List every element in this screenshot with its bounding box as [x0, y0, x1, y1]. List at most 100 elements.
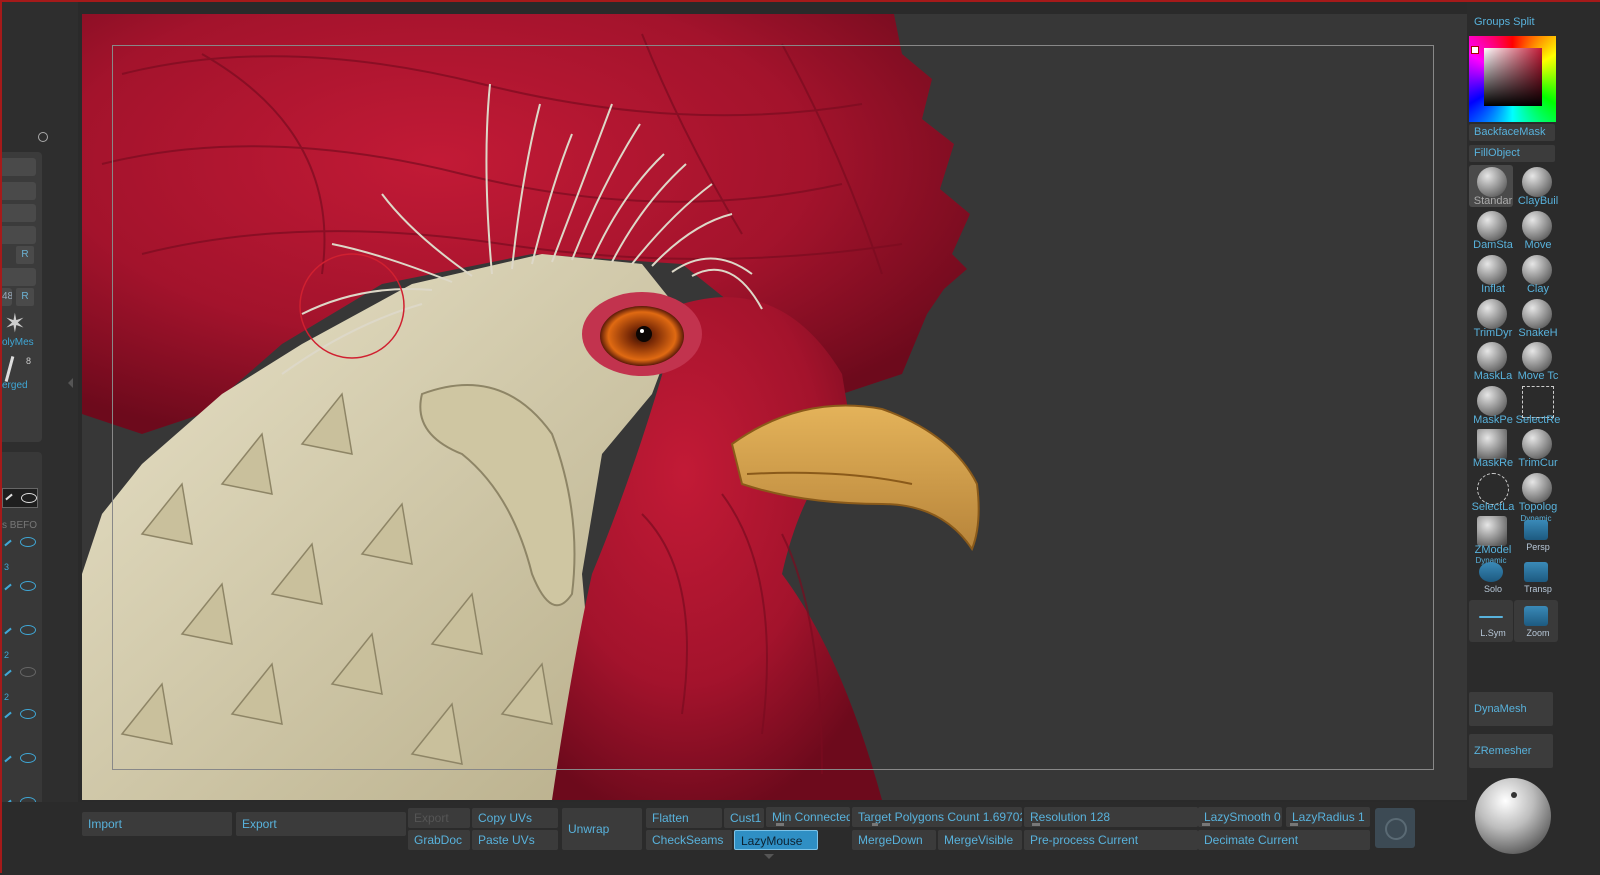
brush-claybuildup[interactable]: ClayBuil — [1514, 165, 1558, 207]
left-collapse-arrow-icon[interactable] — [68, 378, 73, 388]
checkseams-button[interactable]: CheckSeams — [646, 830, 732, 850]
unwrap-button[interactable]: Unwrap — [562, 808, 642, 850]
visibility-eye-icon[interactable] — [20, 667, 36, 677]
slot-6[interactable]: 48 — [2, 288, 12, 306]
brush-trimdynamic[interactable]: TrimDyr — [1469, 297, 1513, 339]
slot-5[interactable] — [2, 268, 36, 286]
subtool-name-befo: s BEFO — [2, 520, 38, 531]
merge-visible-button[interactable]: MergeVisible — [938, 830, 1022, 850]
persp-button[interactable]: Dynamic Persp — [1514, 514, 1558, 556]
edit-pen-icon[interactable] — [4, 755, 12, 763]
slot-3[interactable] — [2, 204, 36, 222]
backface-mask-button[interactable]: BackfaceMask — [1469, 124, 1555, 141]
brush-maskpen[interactable]: MaskPe — [1469, 384, 1513, 426]
damstandard-brush-icon — [1477, 211, 1507, 241]
lazymouse-button[interactable]: LazyMouse — [734, 830, 818, 850]
preprocess-current-button[interactable]: Pre-process Current — [1024, 830, 1198, 850]
brush-selectlasso[interactable]: SelectLa — [1469, 471, 1514, 513]
copy-uvs-button[interactable]: Copy UVs — [472, 808, 558, 828]
brush-label: SelectRe — [1515, 414, 1561, 426]
clay-brush-icon — [1522, 255, 1552, 285]
transp-label: Transp — [1524, 584, 1552, 594]
brush-selectrect[interactable]: SelectRe — [1514, 384, 1560, 426]
paste-uvs-button[interactable]: Paste UVs — [472, 830, 558, 850]
polymesh-star-icon[interactable]: ✶ — [4, 310, 26, 336]
solo-label: Solo — [1483, 584, 1502, 594]
lsym-button[interactable]: L.Sym — [1469, 600, 1513, 642]
groups-split-button[interactable]: Groups Split — [1469, 14, 1555, 31]
fill-object-button[interactable]: FillObject — [1469, 145, 1555, 162]
color-picker[interactable] — [1469, 36, 1556, 122]
decimate-current-button[interactable]: Decimate Current — [1198, 830, 1370, 850]
transp-button[interactable]: Transp — [1514, 556, 1558, 598]
brush-label: SnakeH — [1518, 327, 1558, 339]
brush-movetopological[interactable]: Move Tc — [1514, 340, 1558, 382]
zoom-button[interactable]: Zoom — [1514, 600, 1558, 642]
brush-masklasso[interactable]: MaskLa — [1469, 340, 1513, 382]
brush-zmodeler[interactable]: ZModel — [1469, 514, 1513, 556]
dynamesh-button[interactable]: DynaMesh — [1469, 692, 1553, 726]
brush-snakehook[interactable]: SnakeH — [1514, 297, 1558, 339]
visibility-eye-icon[interactable] — [21, 493, 37, 503]
maskrect-brush-icon — [1477, 429, 1507, 459]
flatten-button[interactable]: Flatten — [646, 808, 722, 828]
brush-clay[interactable]: Clay — [1514, 253, 1558, 295]
slot-1[interactable] — [2, 158, 36, 176]
brush-label: TrimCur — [1518, 457, 1558, 469]
material-sphere-icon[interactable] — [1475, 778, 1551, 854]
subtool-index-2a: 2 — [4, 650, 10, 660]
merge-down-button[interactable]: MergeDown — [852, 830, 936, 850]
target-polygons-slider[interactable]: Target Polygons Count 1.69702 — [852, 807, 1022, 827]
grabdoc-button[interactable]: GrabDoc — [408, 830, 470, 850]
edit-pen-icon[interactable] — [4, 669, 12, 677]
r-toggle-1[interactable]: R — [16, 246, 34, 264]
brush-label: Clay — [1526, 283, 1549, 295]
brush-topology[interactable]: Topolog — [1514, 471, 1558, 513]
edit-pen-icon[interactable] — [5, 493, 13, 501]
import-button[interactable]: Import — [82, 812, 232, 836]
brush-inflate[interactable]: Inflat — [1469, 253, 1513, 295]
visibility-eye-icon[interactable] — [20, 753, 36, 763]
maskpen-brush-icon — [1477, 386, 1507, 416]
edit-pen-icon[interactable] — [4, 711, 12, 719]
persp-label: Persp — [1526, 542, 1550, 552]
zremesher-button[interactable]: ZRemesher — [1469, 734, 1553, 768]
visibility-eye-icon[interactable] — [20, 581, 36, 591]
resolution-slider[interactable]: Resolution 128 — [1024, 807, 1198, 827]
lazysmooth-slider[interactable]: LazySmooth 0 — [1198, 807, 1282, 827]
brush-trimcurve[interactable]: TrimCur — [1514, 427, 1558, 469]
standard-brush-icon — [1477, 167, 1507, 197]
min-connected-slider[interactable]: Min Connected I — [766, 807, 850, 827]
brush-label: Standar — [1473, 195, 1513, 207]
lsym-label: L.Sym — [1480, 628, 1506, 638]
visibility-eye-icon[interactable] — [20, 625, 36, 635]
brush-move[interactable]: Move — [1514, 209, 1558, 251]
snakehook-brush-icon — [1522, 299, 1552, 329]
visibility-eye-icon[interactable] — [20, 709, 36, 719]
main-color-icon[interactable] — [1471, 46, 1479, 54]
brush-maskrect[interactable]: MaskRe — [1469, 427, 1513, 469]
edit-pen-icon[interactable] — [4, 627, 12, 635]
brush-preview-icon[interactable] — [1375, 808, 1415, 848]
merged-tool-icon[interactable] — [4, 356, 15, 382]
solo-button[interactable]: Dynamic Solo — [1469, 556, 1513, 598]
export-button[interactable]: Export — [236, 812, 406, 836]
brush-standard[interactable]: Standar — [1469, 165, 1513, 207]
edit-pen-icon[interactable] — [4, 539, 12, 547]
transparency-icon — [1524, 562, 1548, 582]
color-picker-swatch[interactable] — [1484, 48, 1542, 106]
brush-damstandard[interactable]: DamSta — [1469, 209, 1513, 251]
slot-2[interactable] — [2, 182, 36, 200]
solo-icon — [1479, 562, 1503, 582]
lazyradius-slider[interactable]: LazyRadius 1 — [1286, 807, 1370, 827]
edit-pen-icon[interactable] — [4, 583, 12, 591]
brush-label: MaskRe — [1472, 457, 1514, 469]
refresh-icon[interactable] — [38, 132, 48, 142]
brush-label: ZModel — [1474, 544, 1512, 556]
visibility-eye-icon[interactable] — [20, 537, 36, 547]
r-toggle-2[interactable]: R — [16, 288, 34, 306]
subtool-selected-row[interactable] — [2, 488, 38, 508]
bottom-collapse-arrow-icon[interactable] — [764, 854, 774, 859]
slot-4[interactable] — [2, 226, 36, 244]
cust1-button[interactable]: Cust1 — [724, 808, 764, 828]
